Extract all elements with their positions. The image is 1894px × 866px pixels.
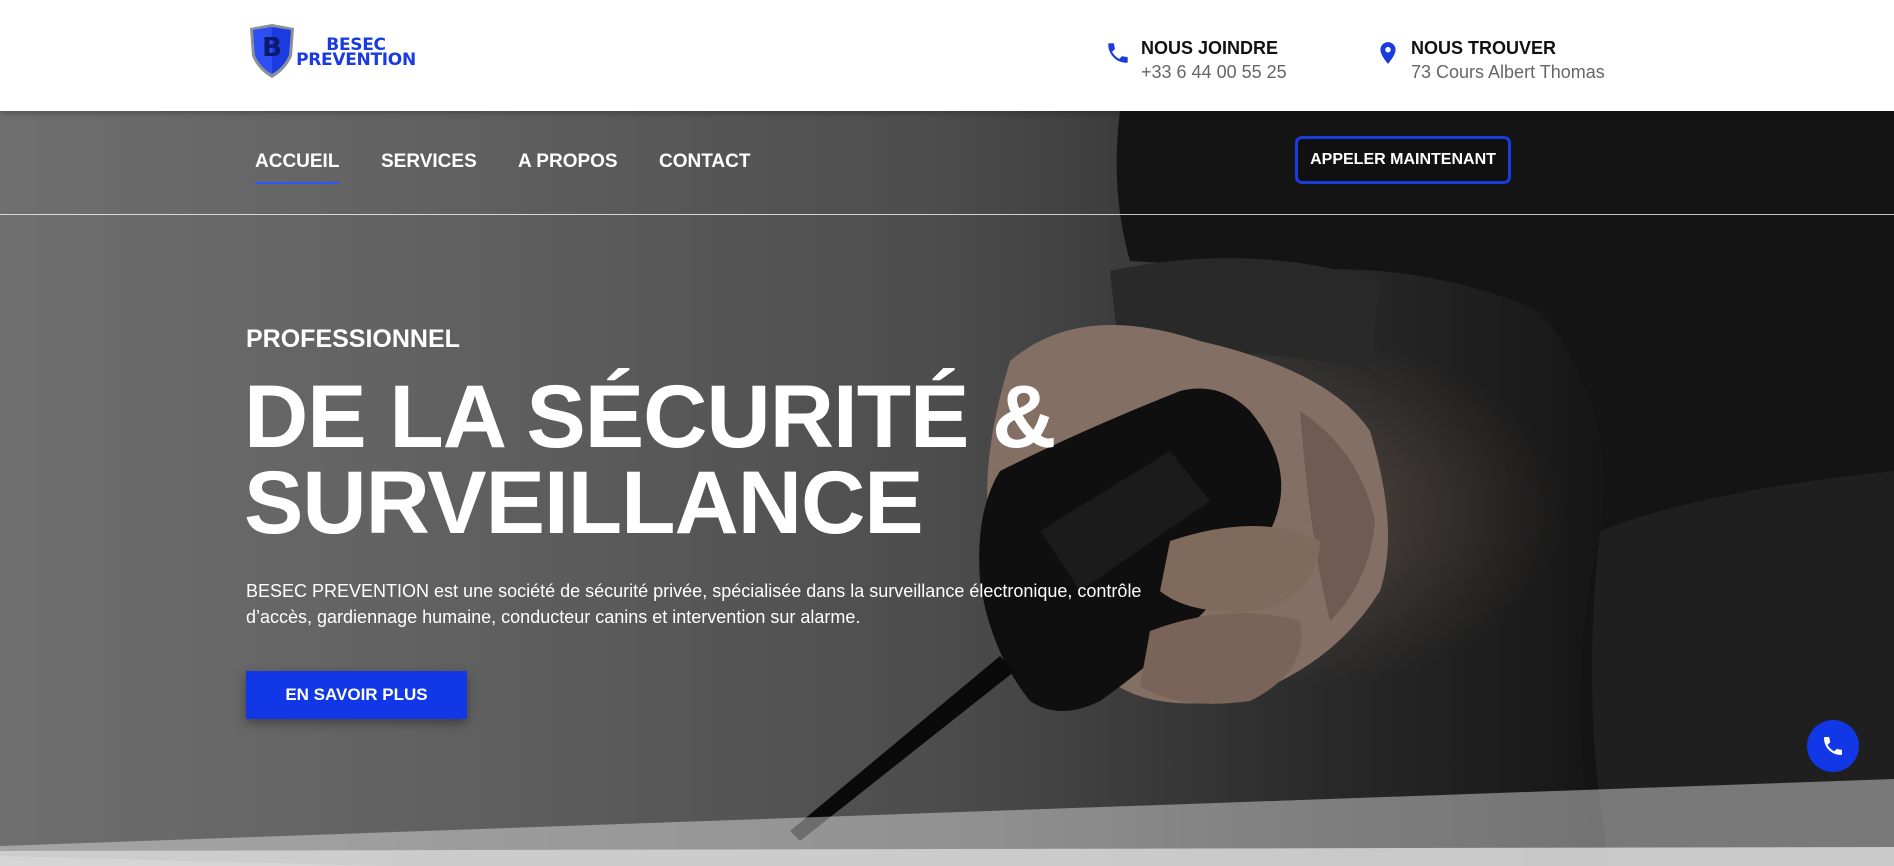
location-label: NOUS TROUVER [1411, 38, 1557, 58]
nav-item-a-propos[interactable]: A PROPOS [518, 151, 618, 173]
header-call-info[interactable]: NOUS JOINDRE +33 6 44 00 55 25 [1105, 36, 1335, 86]
call-now-button[interactable]: APPELER MAINTENANT [1295, 136, 1511, 184]
call-phone-number[interactable]: +33 6 44 00 55 25 [1141, 62, 1287, 83]
floating-call-button[interactable] [1807, 720, 1859, 772]
hero-headline-line-1: DE LA SÉCURITÉ & [244, 366, 1056, 466]
phone-icon [1824, 737, 1842, 755]
hero-section: ACCUEIL SERVICES A PROPOS CONTACT APPELE… [0, 111, 1894, 866]
nav-item-contact[interactable]: CONTACT [659, 151, 750, 173]
logo-wordmark: BESEC PREVENTION [296, 37, 416, 70]
brand-logo[interactable]: B BESEC PREVENTION [246, 22, 416, 80]
top-bar: B BESEC PREVENTION NOUS JOINDRE +33 6 44… [0, 0, 1894, 111]
location-address[interactable]: 73 Cours Albert Thomas [1411, 62, 1605, 83]
nav-item-services[interactable]: SERVICES [381, 151, 477, 173]
logo-line-2: PREVENTION [296, 50, 416, 70]
nav-item-accueil[interactable]: ACCUEIL [255, 151, 340, 184]
call-label: NOUS JOINDRE [1141, 38, 1279, 58]
phone-icon [1108, 43, 1128, 63]
shield-logo-icon: B [250, 24, 294, 78]
hero-headline-line-2: SURVEILLANCE [244, 452, 924, 552]
main-navigation: ACCUEIL SERVICES A PROPOS CONTACT APPELE… [0, 111, 1894, 215]
header-location-info[interactable]: NOUS TROUVER 73 Cours Albert Thomas [1375, 36, 1635, 86]
hero-description: BESEC PREVENTION est une société de sécu… [246, 581, 1142, 627]
hero-headline: DE LA SÉCURITÉ & SURVEILLANCE [244, 366, 1144, 552]
location-pin-icon [1380, 42, 1396, 64]
logo-letter: B [262, 33, 282, 63]
hero-eyebrow: PROFESSIONNEL [246, 325, 460, 353]
learn-more-button[interactable]: EN SAVOIR PLUS [246, 671, 467, 719]
